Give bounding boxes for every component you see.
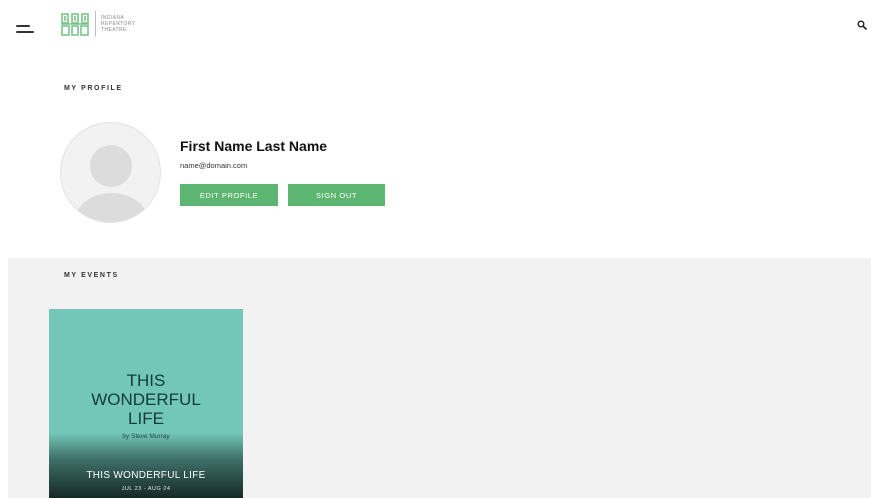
sign-out-button[interactable]: SIGN OUT: [288, 184, 385, 206]
my-events-section: MY EVENTS THIS WONDERFUL LIFE by Steve M…: [8, 258, 871, 498]
search-icon[interactable]: [857, 17, 867, 30]
poster-byline: by Steve Murray: [122, 433, 170, 440]
logo-divider: [95, 11, 96, 37]
poster-title: THIS WONDERFUL LIFE: [49, 371, 243, 428]
poster-title-line: THIS: [126, 371, 166, 390]
avatar: [60, 122, 161, 223]
poster-title-line: LIFE: [128, 409, 164, 428]
poster-title-line: WONDERFUL: [91, 390, 201, 409]
site-logo[interactable]: INDIANA REPERTORY THEATRE: [60, 9, 135, 39]
avatar-placeholder-icon: [90, 145, 132, 187]
theatre-logo-icon: [61, 13, 89, 36]
logo-line: THEATRE: [101, 27, 127, 33]
profile-email: name@domain.com: [180, 161, 248, 170]
profile-name: First Name Last Name: [180, 138, 328, 154]
event-card[interactable]: THIS WONDERFUL LIFE by Steve Murray THIS…: [49, 309, 243, 498]
my-profile-heading: MY PROFILE: [64, 85, 123, 92]
event-dates: JUL 23 - AUG 24: [121, 486, 171, 492]
event-name: THIS WONDERFUL LIFE: [86, 470, 206, 481]
hamburger-menu-icon[interactable]: [16, 22, 34, 36]
logo-wordmark: INDIANA REPERTORY THEATRE: [101, 15, 135, 33]
site-header: INDIANA REPERTORY THEATRE: [0, 0, 871, 58]
my-events-heading: MY EVENTS: [64, 272, 119, 279]
edit-profile-button[interactable]: EDIT PROFILE: [180, 184, 278, 206]
